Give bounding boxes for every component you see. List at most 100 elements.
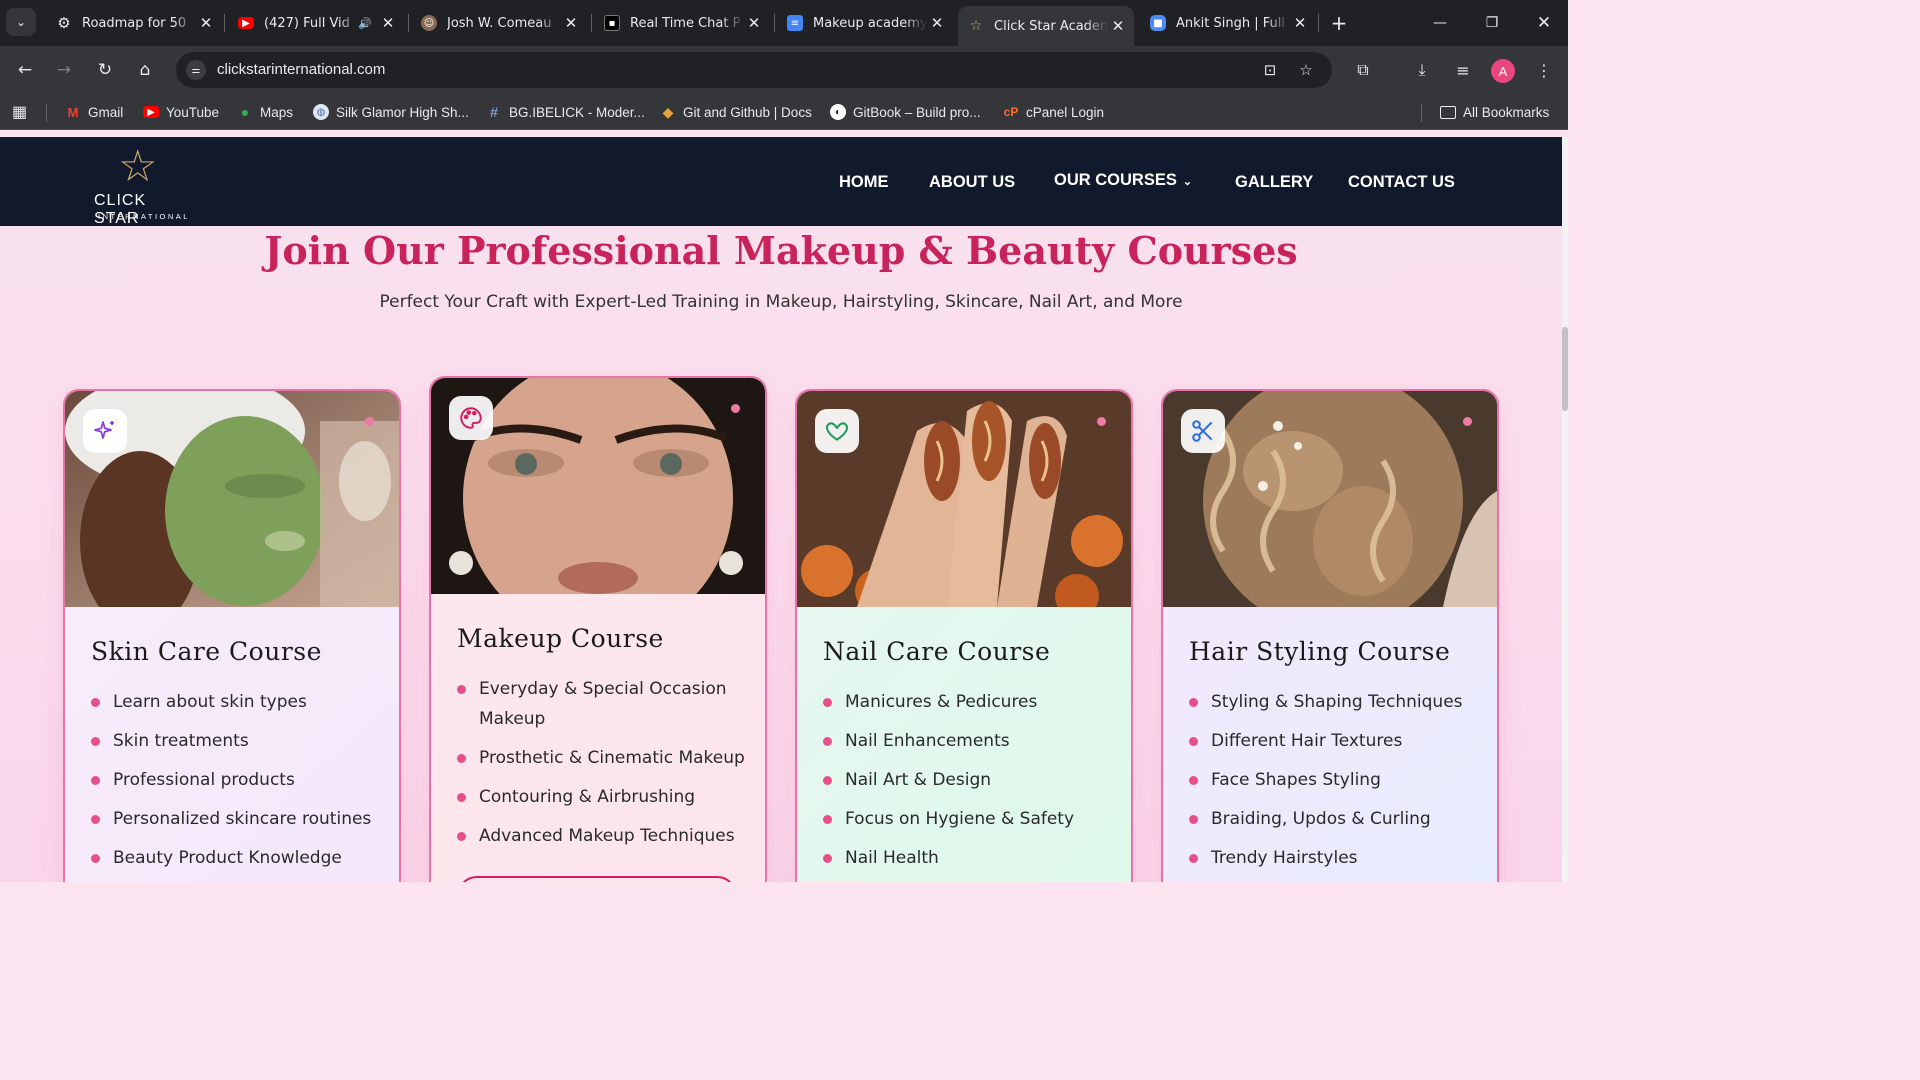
- hash-icon: #: [490, 104, 498, 120]
- list-item: Professional products: [91, 765, 391, 795]
- bookmark-youtube[interactable]: ▶ YouTube: [143, 102, 219, 122]
- card-decor-dot: [731, 404, 740, 413]
- card-body: Nail Care Course Manicures & Pedicures N…: [797, 607, 1131, 882]
- home-button[interactable]: ⌂: [131, 56, 159, 84]
- tab-realtime-chat[interactable]: ▪ Real Time Chat P ✕: [594, 0, 770, 46]
- scrollbar-thumb[interactable]: [1562, 327, 1568, 411]
- list-item: Face Shapes Styling: [1189, 765, 1489, 795]
- tab-separator: [408, 14, 409, 32]
- nav-gallery[interactable]: GALLERY: [1235, 173, 1313, 192]
- reload-button[interactable]: ↻: [91, 56, 119, 84]
- nav-courses-label: OUR COURSES: [1054, 171, 1177, 189]
- site-logo[interactable]: ☆ CLICK STAR INTERNATIONAL: [92, 141, 196, 228]
- bookmark-bg-ibelick[interactable]: # BG.IBELICK - Moder...: [486, 102, 645, 122]
- close-tab-icon[interactable]: ✕: [196, 14, 216, 32]
- logo-name: CLICK STAR: [94, 192, 147, 227]
- close-tab-icon[interactable]: ✕: [561, 14, 581, 32]
- media-controls-icon[interactable]: ≡: [1451, 58, 1475, 82]
- close-tab-icon[interactable]: ✕: [744, 14, 764, 32]
- tab-makeup-academy[interactable]: ≡ Makeup academy ✕: [777, 0, 953, 46]
- bookmark-silk-glamor[interactable]: ◍ Silk Glamor High Sh...: [313, 102, 469, 122]
- logo-star-icon: ☆: [118, 141, 158, 192]
- nav-contact-us[interactable]: CONTACT US: [1348, 173, 1455, 192]
- audio-playing-icon[interactable]: 🔊: [358, 17, 372, 30]
- chat-icon: ▪: [604, 15, 620, 31]
- tab-title: Real Time Chat P: [630, 15, 741, 31]
- list-item: Trendy Hairstyles: [1189, 843, 1489, 873]
- forms-icon: ≡: [787, 15, 803, 31]
- site-info-icon[interactable]: ⚌: [186, 60, 206, 80]
- bookmark-cpanel[interactable]: cP cPanel Login: [1003, 102, 1104, 122]
- url-text[interactable]: clickstarinternational.com: [217, 61, 385, 78]
- card-body: Makeup Course Everyday & Special Occasio…: [431, 594, 765, 882]
- star-icon: ☆: [969, 18, 983, 34]
- minimize-button[interactable]: —: [1414, 0, 1466, 46]
- list-item: Nail Enhancements: [823, 726, 1123, 756]
- menu-kebab-icon[interactable]: ⋮: [1532, 58, 1556, 82]
- youtube-icon: ▶: [238, 17, 254, 29]
- all-bookmarks-button[interactable]: All Bookmarks: [1440, 102, 1549, 122]
- course-title: Makeup Course: [457, 624, 664, 653]
- nav-about-us[interactable]: ABOUT US: [929, 173, 1015, 192]
- forward-button[interactable]: →: [50, 56, 78, 84]
- gmail-icon: M: [67, 104, 79, 120]
- back-button[interactable]: ←: [11, 56, 39, 84]
- courses-section: Join Our Professional Makeup & Beauty Co…: [0, 226, 1562, 882]
- page-scrollbar[interactable]: [1562, 137, 1568, 882]
- site-header: ☆ CLICK STAR INTERNATIONAL HOME ABOUT US…: [0, 137, 1562, 228]
- close-tab-icon[interactable]: ✕: [1290, 14, 1310, 32]
- tab-ankit-singh[interactable]: ■ Ankit Singh | Full ✕: [1140, 0, 1316, 46]
- tab-separator: [224, 14, 225, 32]
- card-decor-dot: [365, 417, 374, 426]
- profile-avatar[interactable]: A: [1491, 59, 1515, 83]
- nav-our-courses[interactable]: OUR COURSES ⌄: [1054, 171, 1192, 190]
- bookmark-maps[interactable]: ● Maps: [237, 102, 293, 122]
- address-bar[interactable]: ⚌ clickstarinternational.com ⊡ ☆: [176, 52, 1332, 88]
- course-card-nail-care[interactable]: Nail Care Course Manicures & Pedicures N…: [795, 389, 1133, 882]
- all-bookmarks-label: All Bookmarks: [1463, 104, 1550, 120]
- course-card-makeup[interactable]: Makeup Course Everyday & Special Occasio…: [429, 376, 767, 882]
- restore-button[interactable]: ❐: [1466, 0, 1518, 46]
- tab-youtube[interactable]: ▶ (427) Full Vid 🔊 ✕: [228, 0, 404, 46]
- chevron-down-icon: ⌄: [1182, 176, 1193, 188]
- extensions-icon[interactable]: ⧉: [1351, 58, 1375, 82]
- list-item: Personalized skincare routines: [91, 804, 391, 834]
- bookmarks-separator: [1421, 104, 1422, 122]
- bookmark-gmail[interactable]: M Gmail: [65, 102, 124, 122]
- tab-search-button[interactable]: ⌄: [6, 8, 36, 36]
- bookmark-star-icon[interactable]: ☆: [1296, 60, 1316, 80]
- apps-grid-icon[interactable]: ▦: [12, 102, 27, 122]
- tab-title: Roadmap for 50: [82, 15, 187, 31]
- close-tab-icon[interactable]: ✕: [927, 14, 947, 32]
- scissors-icon: [1181, 409, 1225, 453]
- list-item: Styling & Shaping Techniques: [1189, 687, 1489, 717]
- bookmark-git-github[interactable]: ◆ Git and Github | Docs: [660, 102, 812, 122]
- bookmarks-bar: ▦ M Gmail ▶ YouTube ● Maps ◍ Silk Glamor…: [0, 94, 1568, 130]
- card-body: Hair Styling Course Styling & Shaping Te…: [1163, 607, 1497, 882]
- course-card-skin-care[interactable]: Skin Care Course Learn about skin types …: [63, 389, 401, 882]
- close-tab-icon[interactable]: ✕: [378, 14, 398, 32]
- tab-click-star-active[interactable]: ☆ Click Star Acaden ✕: [958, 6, 1134, 46]
- downloads-icon[interactable]: ⤓: [1410, 58, 1434, 82]
- new-tab-button[interactable]: +: [1326, 10, 1352, 36]
- list-item: Learn about skin types: [91, 687, 391, 717]
- close-window-button[interactable]: ✕: [1518, 0, 1570, 46]
- globe-icon: ◍: [313, 104, 329, 120]
- close-tab-icon[interactable]: ✕: [1108, 17, 1128, 35]
- bookmark-gitbook[interactable]: ◐ GitBook – Build pro...: [830, 102, 981, 122]
- enroll-button[interactable]: [457, 876, 737, 882]
- bookmark-label: Silk Glamor High Sh...: [336, 104, 469, 120]
- nav-home[interactable]: HOME: [839, 173, 889, 192]
- translate-icon[interactable]: ⊡: [1260, 60, 1280, 80]
- course-title: Nail Care Course: [823, 637, 1051, 666]
- course-card-hair-styling[interactable]: Hair Styling Course Styling & Shaping Te…: [1161, 389, 1499, 882]
- tab-roadmap[interactable]: ⚙ Roadmap for 50 ✕: [46, 0, 222, 46]
- list-item: Manicures & Pedicures: [823, 687, 1123, 717]
- palette-icon: [449, 396, 493, 440]
- bookmark-label: BG.IBELICK - Moder...: [509, 104, 645, 120]
- list-item: Beauty Product Knowledge: [91, 843, 391, 873]
- tab-josh-comeau[interactable]: ☺ Josh W. Comeau ✕: [411, 0, 587, 46]
- tab-title: Ankit Singh | Full: [1176, 15, 1285, 31]
- list-item: Prosthetic & Cinematic Makeup: [457, 743, 747, 773]
- git-icon: ◆: [662, 103, 674, 120]
